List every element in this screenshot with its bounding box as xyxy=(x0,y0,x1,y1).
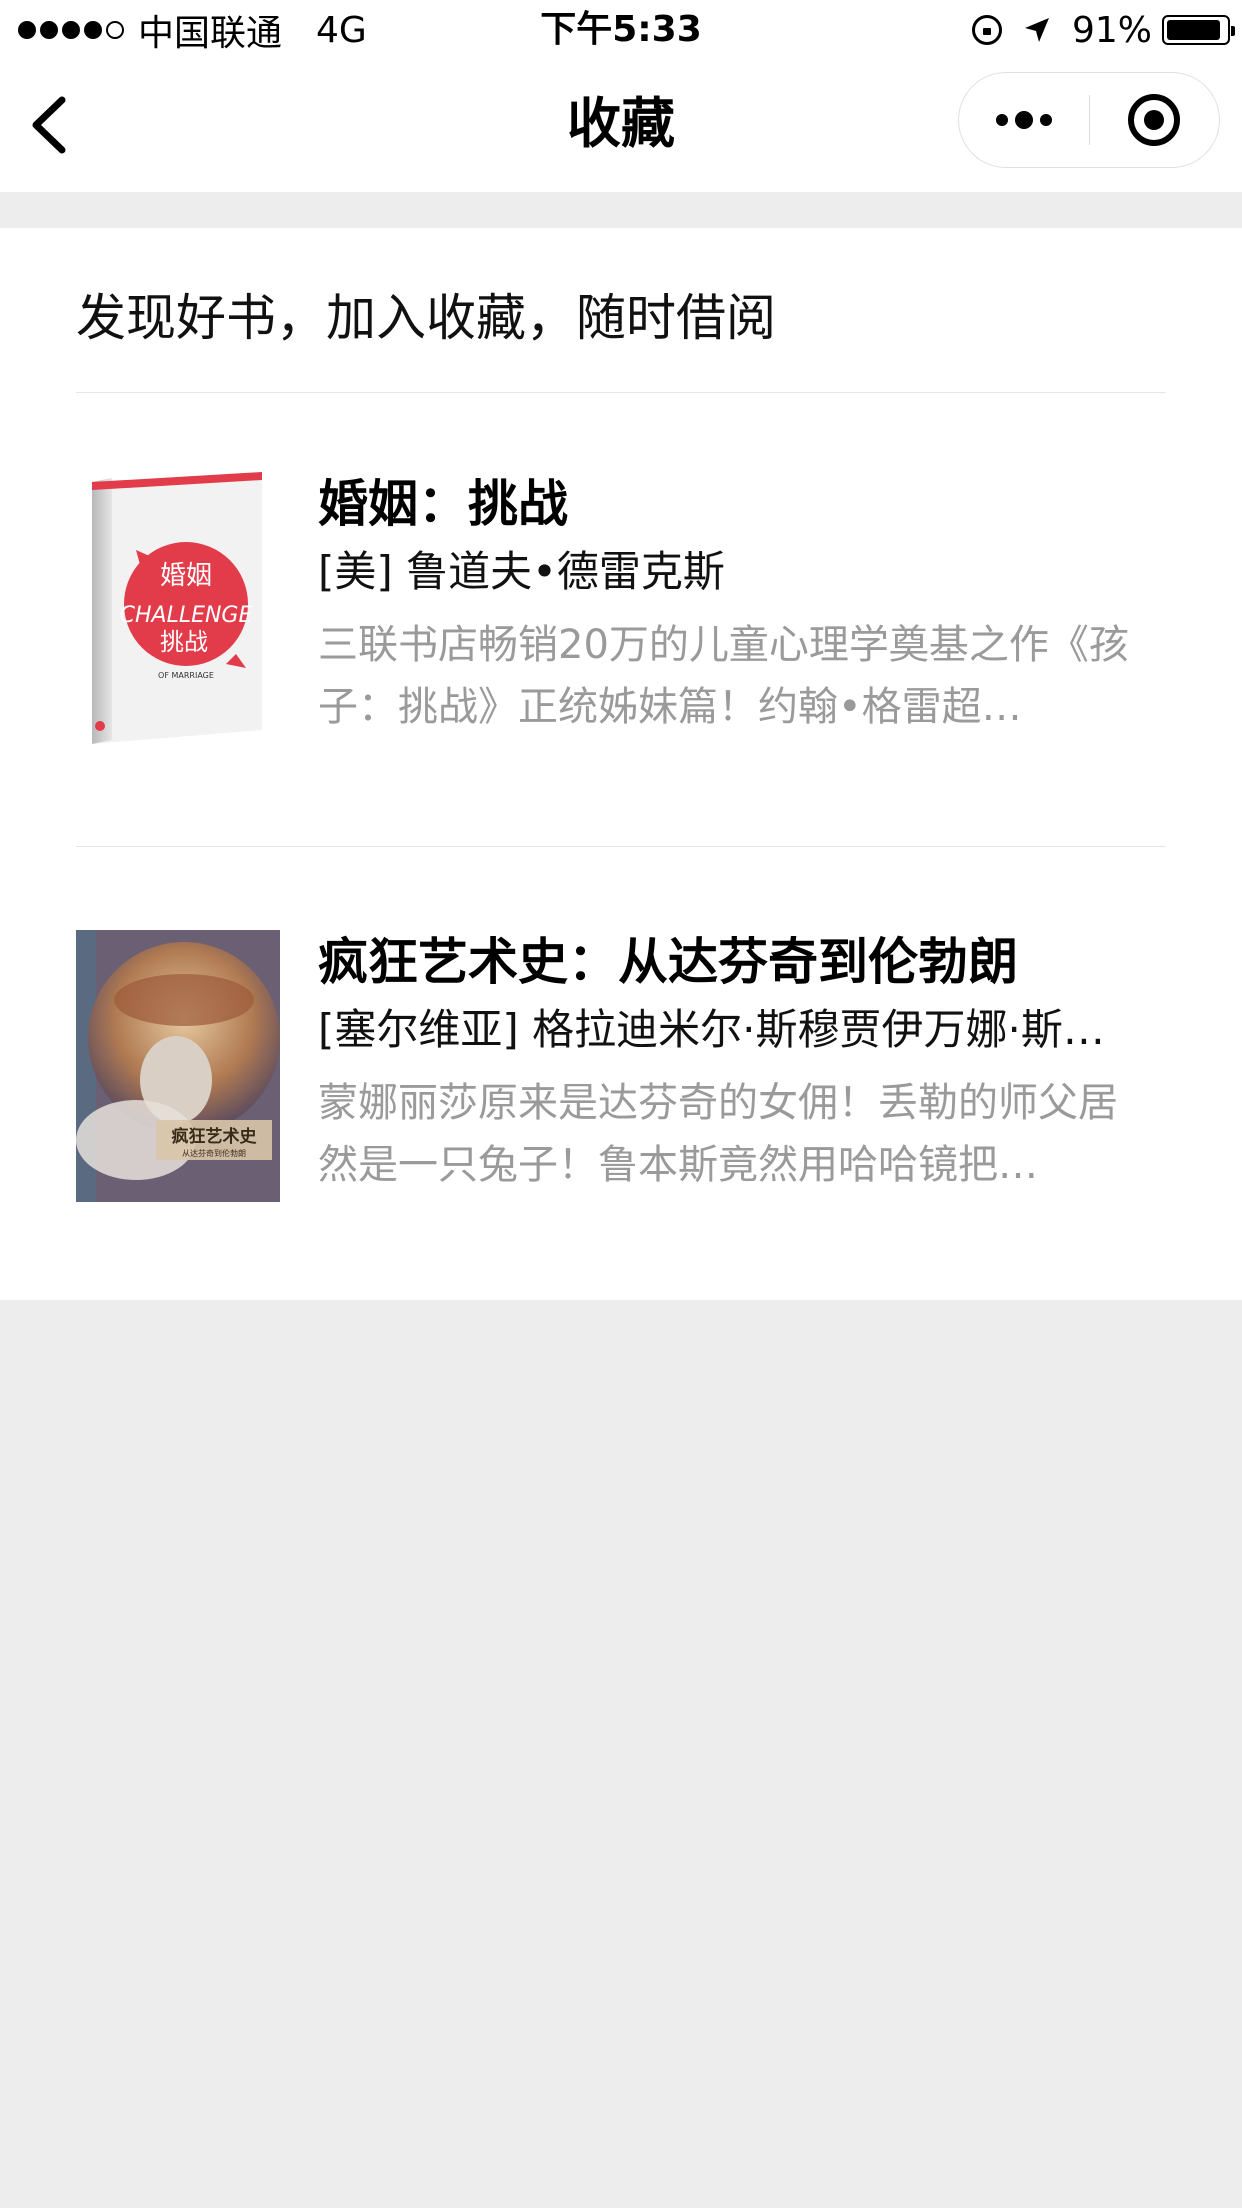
chevron-left-icon xyxy=(32,96,66,154)
intro-text: 发现好书，加入收藏，随时借阅 xyxy=(76,289,776,347)
battery-icon xyxy=(1162,15,1235,45)
book-cover-image: 疯狂艺术史 从达芬奇到伦勃朗 xyxy=(76,930,280,1202)
more-dots-icon xyxy=(995,111,1052,129)
book-info: 婚姻：挑战 [美] 鲁道夫•德雷克斯 三联书店畅销20万的儿童心理学奠基之作《孩… xyxy=(318,472,1138,738)
orientation-lock-icon xyxy=(971,15,1002,45)
battery-percent: 91% xyxy=(1071,9,1152,51)
location-arrow-icon xyxy=(1024,18,1049,42)
book-info: 疯狂艺术史：从达芬奇到伦勃朗 [塞尔维亚] 格拉迪米尔·斯穆贾伊万娜·斯… 蒙娜… xyxy=(318,930,1138,1196)
battery-fill xyxy=(1167,20,1220,40)
target-circle-icon xyxy=(1128,94,1181,146)
book-item[interactable]: 婚姻 CHALLENGE 挑战 OF MARRIAGE 婚姻：挑战 [美] 鲁道… xyxy=(76,472,1166,762)
book-item[interactable]: 疯狂艺术史 从达芬奇到伦勃朗 疯狂艺术史：从达芬奇到伦勃朗 [塞尔维亚] 格拉迪… xyxy=(76,930,1166,1220)
divider xyxy=(76,392,1166,393)
status-bar: 中国联通 4G 下午5:33 91% xyxy=(0,0,1242,60)
book-description: 三联书店畅销20万的儿童心理学奠基之作《孩子：挑战》正统姊妹篇！约翰•格雷超… xyxy=(318,622,1129,730)
svg-text:CHALLENGE: CHALLENGE xyxy=(120,603,253,628)
more-button[interactable] xyxy=(959,72,1089,168)
mini-program-capsule xyxy=(958,72,1220,168)
divider xyxy=(76,846,1166,847)
svg-text:从达芬奇到伦勃朗: 从达芬奇到伦勃朗 xyxy=(182,1148,246,1158)
favorites-list: 发现好书，加入收藏，随时借阅 婚姻 CHALLENGE 挑战 OF MARRIA… xyxy=(0,228,1242,1300)
back-button[interactable] xyxy=(22,90,82,160)
nav-bar: 收藏 xyxy=(0,60,1242,192)
book-author: [美] 鲁道夫•德雷克斯 xyxy=(318,547,725,596)
svg-text:疯狂艺术史: 疯狂艺术史 xyxy=(172,1126,258,1147)
svg-text:OF MARRIAGE: OF MARRIAGE xyxy=(158,671,214,680)
book-cover-image: 婚姻 CHALLENGE 挑战 OF MARRIAGE xyxy=(92,472,262,744)
book-title: 疯狂艺术史：从达芬奇到伦勃朗 xyxy=(318,933,1018,991)
book-description: 蒙娜丽莎原来是达芬奇的女佣！丢勒的师父居然是一只兔子！鲁本斯竟然用哈哈镜把… xyxy=(318,1080,1118,1188)
svg-text:挑战: 挑战 xyxy=(160,628,208,656)
book-author: [塞尔维亚] 格拉迪米尔·斯穆贾伊万娜·斯… xyxy=(318,1005,1105,1054)
svg-text:婚姻: 婚姻 xyxy=(160,561,212,591)
close-mini-program-button[interactable] xyxy=(1090,72,1220,168)
status-right: 91% xyxy=(971,8,1235,52)
book-title: 婚姻：挑战 xyxy=(318,475,568,533)
